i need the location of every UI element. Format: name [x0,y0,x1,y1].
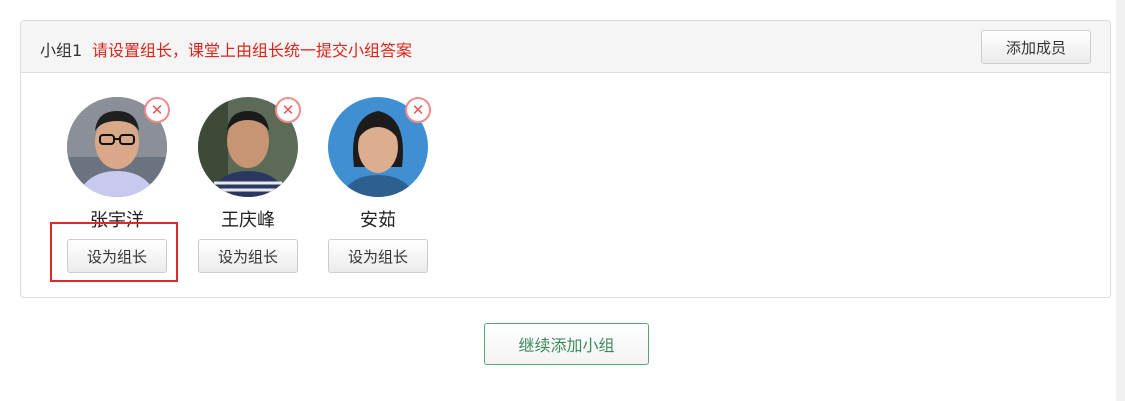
group-name: 小组1 [40,41,83,60]
member-card: ✕ 王庆峰 设为组长 [182,97,312,297]
add-member-button[interactable]: 添加成员 [981,30,1091,64]
close-icon: ✕ [411,100,425,119]
scrollbar[interactable] [1116,0,1125,401]
remove-member-button[interactable]: ✕ [144,97,170,123]
member-name: 安茹 [360,210,396,231]
remove-member-button[interactable]: ✕ [275,97,301,123]
group-hint: 请设置组长，课堂上由组长统一提交小组答案 [92,41,413,60]
set-leader-button[interactable]: 设为组长 [328,239,428,273]
member-card: ✕ 安茹 设为组长 [312,97,442,297]
close-icon: ✕ [281,100,295,119]
highlight-box [50,222,178,282]
member-name: 王庆峰 [221,210,275,231]
set-leader-button[interactable]: 设为组长 [198,239,298,273]
remove-member-button[interactable]: ✕ [405,97,431,123]
group-header: 小组1 请设置组长，课堂上由组长统一提交小组答案 添加成员 [21,21,1110,73]
group-panel: 小组1 请设置组长，课堂上由组长统一提交小组答案 添加成员 ✕ 张宇洋 设为组长 [20,20,1111,298]
continue-add-group-button[interactable]: 继续添加小组 [484,323,649,365]
close-icon: ✕ [150,100,164,119]
